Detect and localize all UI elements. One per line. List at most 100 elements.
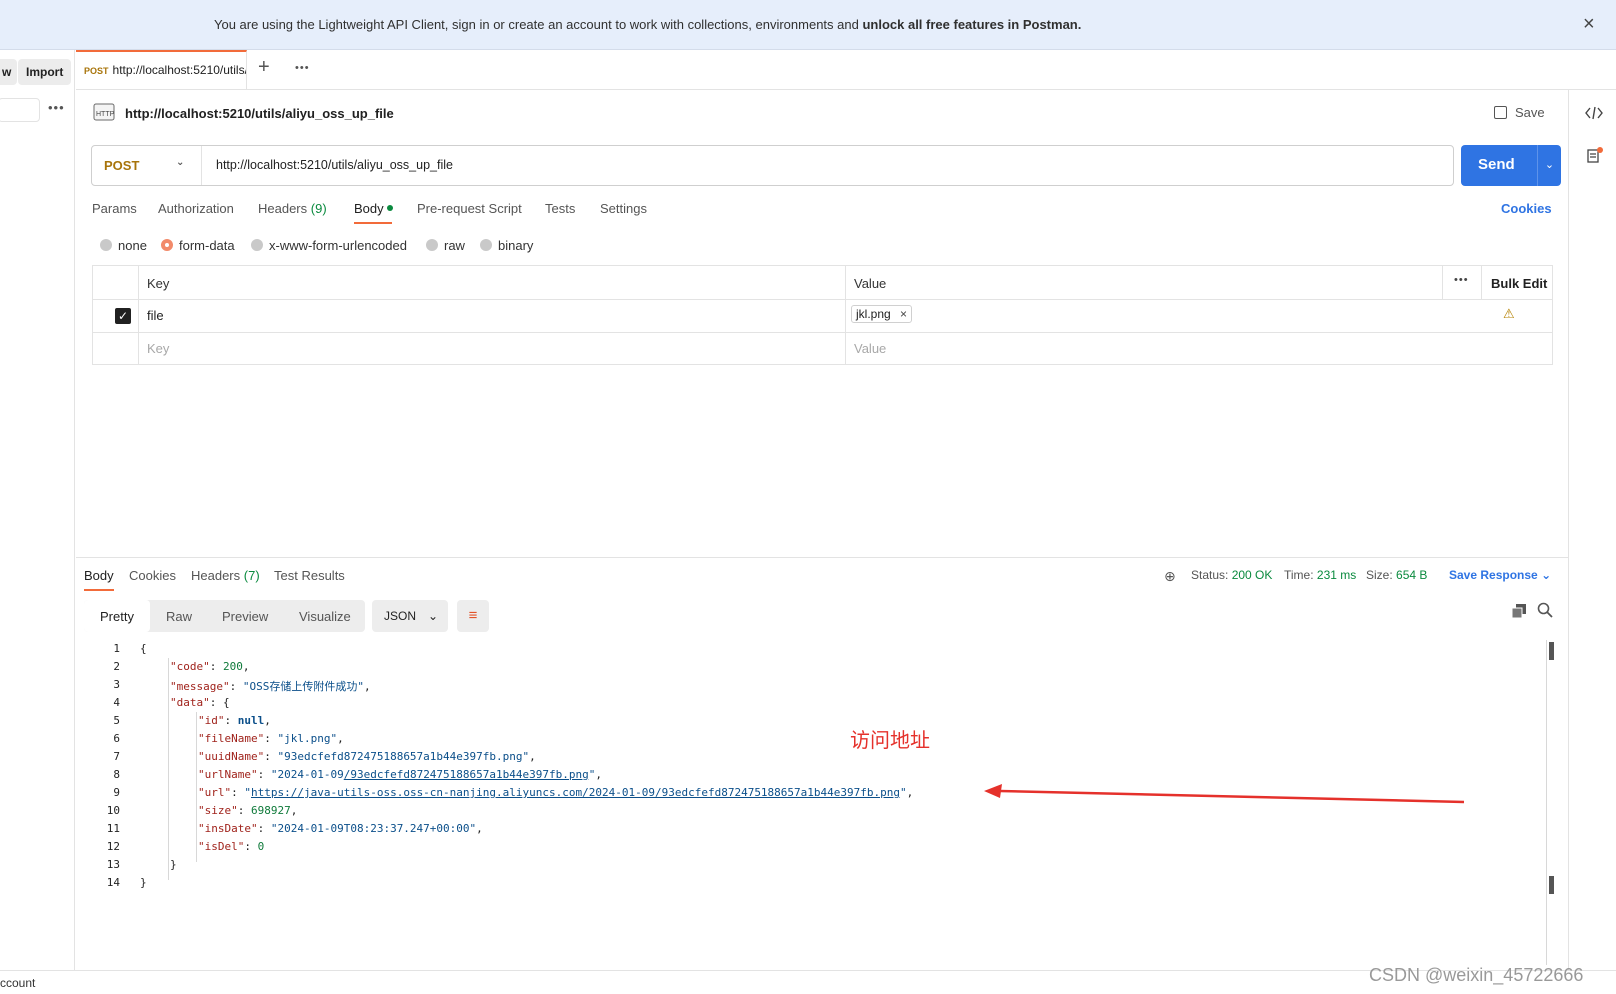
format-select[interactable]: JSON ⌄ bbox=[372, 600, 448, 632]
columns-more-icon[interactable]: ••• bbox=[1454, 274, 1469, 286]
response-tab-headers[interactable]: Headers (7) bbox=[191, 568, 260, 583]
right-rail bbox=[1568, 90, 1616, 970]
code-line: "uuidName": "93edcfefd872475188657a1b44e… bbox=[198, 750, 536, 763]
svg-text:HTTP: HTTP bbox=[96, 111, 115, 118]
line-number: 6 bbox=[113, 732, 120, 745]
view-visualize[interactable]: Visualize bbox=[299, 609, 351, 624]
statusbar-account-text[interactable]: ccount bbox=[0, 976, 35, 990]
code-line: "fileName": "jkl.png", bbox=[198, 732, 344, 745]
code-scrollbar-thumb-top[interactable] bbox=[1549, 642, 1554, 660]
tab-headers-label: Headers bbox=[258, 201, 308, 216]
file-chip[interactable]: jkl.png × bbox=[851, 305, 913, 323]
grid-divider bbox=[1442, 266, 1443, 299]
request-title[interactable]: http://localhost:5210/utils/aliyu_oss_up… bbox=[125, 106, 394, 121]
value-column-header: Value bbox=[854, 276, 887, 291]
view-preview[interactable]: Preview bbox=[222, 609, 268, 624]
request-tab[interactable]: POSThttp://localhost:5210/utils/aliyu_os… bbox=[76, 50, 247, 90]
response-tab-test-results[interactable]: Test Results bbox=[274, 568, 345, 583]
annotation-text: 访问地址 bbox=[850, 728, 930, 752]
tab-body-label: Body bbox=[354, 201, 384, 216]
warning-icon: ⚠ bbox=[1503, 306, 1515, 321]
code-line: } bbox=[170, 858, 177, 871]
key-placeholder[interactable]: Key bbox=[147, 341, 169, 356]
url-input[interactable]: http://localhost:5210/utils/aliyu_oss_up… bbox=[216, 158, 453, 172]
body-mode-none[interactable]: none bbox=[100, 238, 147, 253]
sidebar-search-input[interactable] bbox=[0, 98, 40, 122]
new-button[interactable]: w bbox=[0, 59, 18, 85]
file-remove-icon[interactable]: × bbox=[900, 307, 907, 321]
save-button[interactable]: Save bbox=[1494, 105, 1545, 120]
bulk-edit-button[interactable]: Bulk Edit bbox=[1491, 276, 1547, 291]
signin-banner: You are using the Lightweight API Client… bbox=[0, 0, 1616, 50]
row-key[interactable]: file bbox=[147, 308, 164, 323]
method-select[interactable]: POST ⌄ bbox=[92, 146, 202, 185]
line-number: 12 bbox=[106, 840, 120, 853]
format-label: JSON bbox=[384, 609, 417, 623]
response-tab-body[interactable]: Body bbox=[84, 568, 114, 583]
code-snippet-icon[interactable] bbox=[1585, 106, 1603, 120]
import-button[interactable]: Import bbox=[18, 59, 72, 85]
urlname-link[interactable]: /93edcfefd872475188657a1b44e397fb.png bbox=[344, 768, 589, 781]
search-icon[interactable] bbox=[1537, 602, 1553, 621]
indent-guide bbox=[168, 658, 169, 880]
view-pretty[interactable]: Pretty bbox=[84, 600, 150, 632]
send-options-chevron-icon[interactable]: ⌄ bbox=[1537, 145, 1561, 186]
tab-params[interactable]: Params bbox=[92, 201, 137, 216]
row-enabled-checkbox[interactable]: ✓ bbox=[115, 308, 131, 324]
key-column-header: Key bbox=[147, 276, 170, 291]
code-scrollbar-thumb-bottom[interactable] bbox=[1549, 876, 1554, 894]
line-number: 3 bbox=[113, 678, 120, 691]
send-button[interactable]: Send ⌄ bbox=[1461, 145, 1561, 186]
code-line: { bbox=[140, 642, 147, 655]
tab-settings[interactable]: Settings bbox=[600, 201, 647, 216]
url-link[interactable]: https://java-utils-oss.oss-cn-nanjing.al… bbox=[251, 786, 900, 799]
body-mode-binary[interactable]: binary bbox=[480, 238, 533, 253]
body-mode-form-data-label: form-data bbox=[179, 238, 235, 253]
save-response-label: Save Response bbox=[1449, 568, 1538, 582]
save-response-button[interactable]: Save Response ⌄ bbox=[1449, 568, 1551, 582]
code-scrollbar-track[interactable] bbox=[1546, 640, 1547, 965]
chevron-down-icon: ⌄ bbox=[428, 609, 439, 623]
code-line: "insDate": "2024-01-09T08:23:37.247+00:0… bbox=[198, 822, 483, 835]
code-line: "url": "https://java-utils-oss.oss-cn-na… bbox=[198, 786, 914, 799]
tab-authorization[interactable]: Authorization bbox=[158, 201, 234, 216]
tab-body-underline bbox=[354, 222, 392, 224]
tab-prerequest-script[interactable]: Pre-request Script bbox=[417, 201, 522, 216]
time-text: Time: 231 ms bbox=[1284, 568, 1356, 582]
new-tab-plus-icon[interactable]: + bbox=[258, 56, 270, 79]
code-line: "id": null, bbox=[198, 714, 271, 727]
body-mode-urlencoded[interactable]: x-www-form-urlencoded bbox=[251, 238, 407, 253]
code-line: "message": "OSS存储上传附件成功", bbox=[170, 680, 371, 693]
grid-divider bbox=[93, 332, 1552, 333]
line-number: 13 bbox=[106, 858, 120, 871]
body-mode-raw[interactable]: raw bbox=[426, 238, 465, 253]
http-request-icon: HTTP bbox=[93, 103, 115, 121]
wrap-lines-icon[interactable]: ≡ bbox=[457, 600, 489, 632]
copy-icon[interactable] bbox=[1511, 604, 1526, 619]
body-active-dot-icon bbox=[387, 205, 394, 211]
body-mode-form-data[interactable]: form-data bbox=[161, 238, 235, 253]
cookies-link[interactable]: Cookies bbox=[1501, 201, 1552, 216]
code-line: "urlName": "2024-01-09/93edcfefd87247518… bbox=[198, 768, 603, 781]
banner-close-icon[interactable]: × bbox=[1583, 13, 1595, 36]
line-number: 5 bbox=[113, 714, 120, 727]
tab-tests[interactable]: Tests bbox=[545, 201, 575, 216]
sidebar: w Import ••• bbox=[0, 50, 75, 970]
body-mode-binary-label: binary bbox=[498, 238, 534, 253]
globe-icon[interactable]: ⊕ bbox=[1164, 568, 1176, 585]
docs-icon[interactable] bbox=[1586, 146, 1604, 164]
view-raw[interactable]: Raw bbox=[166, 609, 192, 624]
response-tab-cookies[interactable]: Cookies bbox=[129, 568, 176, 583]
status-label: Status: bbox=[1191, 568, 1229, 582]
tab-body[interactable]: Body bbox=[354, 201, 394, 216]
size-text: Size: 654 B bbox=[1366, 568, 1427, 582]
tabs-more-icon[interactable]: ••• bbox=[295, 62, 310, 74]
tab-method: POST bbox=[84, 66, 109, 76]
radio-icon bbox=[480, 239, 492, 251]
value-placeholder[interactable]: Value bbox=[854, 341, 886, 356]
file-chip-name: jkl.png bbox=[856, 307, 891, 321]
body-mode-none-label: none bbox=[118, 238, 147, 253]
line-number: 4 bbox=[113, 696, 120, 709]
tab-headers[interactable]: Headers (9) bbox=[258, 201, 327, 216]
sidebar-more-icon[interactable]: ••• bbox=[48, 100, 65, 115]
